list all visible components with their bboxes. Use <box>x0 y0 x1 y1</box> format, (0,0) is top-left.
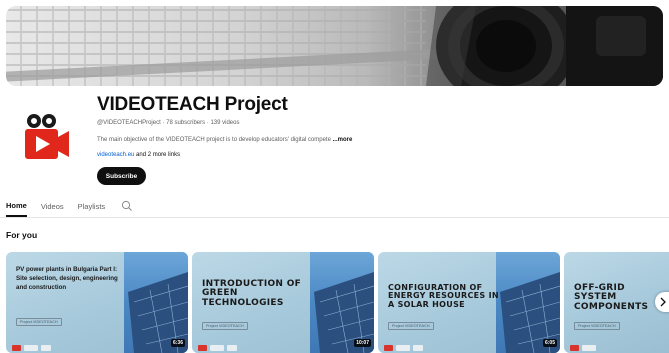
channel-avatar[interactable] <box>18 110 76 168</box>
video-subtitle: Project VIDEOTEACH <box>16 318 62 326</box>
video-duration: 10:07 <box>354 339 371 347</box>
partner-logos <box>384 345 440 351</box>
more-links-link[interactable]: and 2 more links <box>136 152 180 158</box>
solar-panel-image <box>496 252 560 353</box>
channel-description[interactable]: The main objective of the VIDEOTEACH pro… <box>97 137 352 143</box>
channel-title: VIDEOTEACH Project <box>97 94 288 115</box>
subscribe-button[interactable]: Subscribe <box>97 167 146 185</box>
video-card[interactable]: PV power plants in Bulgaria Part I: Site… <box>6 252 188 353</box>
solar-panel-image <box>310 252 374 353</box>
tab-playlists[interactable]: Playlists <box>78 195 106 217</box>
more-link[interactable]: ...more <box>333 137 353 143</box>
chevron-right-icon <box>660 297 666 307</box>
video-title: OFF-GRID SYSTEM COMPONENTS <box>574 283 649 312</box>
video-subtitle: Project VIDEOTEACH <box>202 322 248 330</box>
channel-links: videoteach.eu and 2 more links <box>97 152 180 158</box>
channel-meta: @VIDEOTEACHProject · 78 subscribers · 13… <box>97 120 240 126</box>
video-duration: 6:36 <box>170 339 185 347</box>
video-card[interactable]: INTRODUCTION OF GREEN TECHNOLOGIES Proje… <box>192 252 374 353</box>
carousel-next-button[interactable] <box>655 292 669 312</box>
channel-description-text: The main objective of the VIDEOTEACH pro… <box>97 137 331 143</box>
video-card[interactable]: CONFIGURATION OF ENERGY RESOURCES IN A S… <box>378 252 560 353</box>
video-title: PV power plants in Bulgaria Part I: Site… <box>16 266 118 291</box>
tab-videos[interactable]: Videos <box>41 195 64 217</box>
video-duration: 6:05 <box>542 339 557 347</box>
channel-tabs: Home Videos Playlists <box>6 195 133 217</box>
channel-banner <box>6 6 663 86</box>
video-title: CONFIGURATION OF ENERGY RESOURCES IN A S… <box>388 283 499 309</box>
section-title: For you <box>6 230 38 240</box>
partner-logos <box>570 345 626 351</box>
video-card[interactable]: OFF-GRID SYSTEM COMPONENTS Project VIDEO… <box>564 252 669 353</box>
camera-play-logo-icon <box>25 114 69 159</box>
tab-home[interactable]: Home <box>6 195 27 217</box>
banner-camera-lens-image <box>426 6 663 86</box>
search-icon[interactable] <box>121 200 133 212</box>
video-subtitle: Project VIDEOTEACH <box>388 322 434 330</box>
partner-logos <box>12 345 68 351</box>
video-title: INTRODUCTION OF GREEN TECHNOLOGIES <box>202 279 302 308</box>
solar-panel-image <box>124 252 188 353</box>
channel-website-link[interactable]: videoteach.eu <box>97 152 134 158</box>
video-subtitle: Project VIDEOTEACH <box>574 322 620 330</box>
tabs-divider <box>0 217 669 218</box>
partner-logos <box>198 345 254 351</box>
